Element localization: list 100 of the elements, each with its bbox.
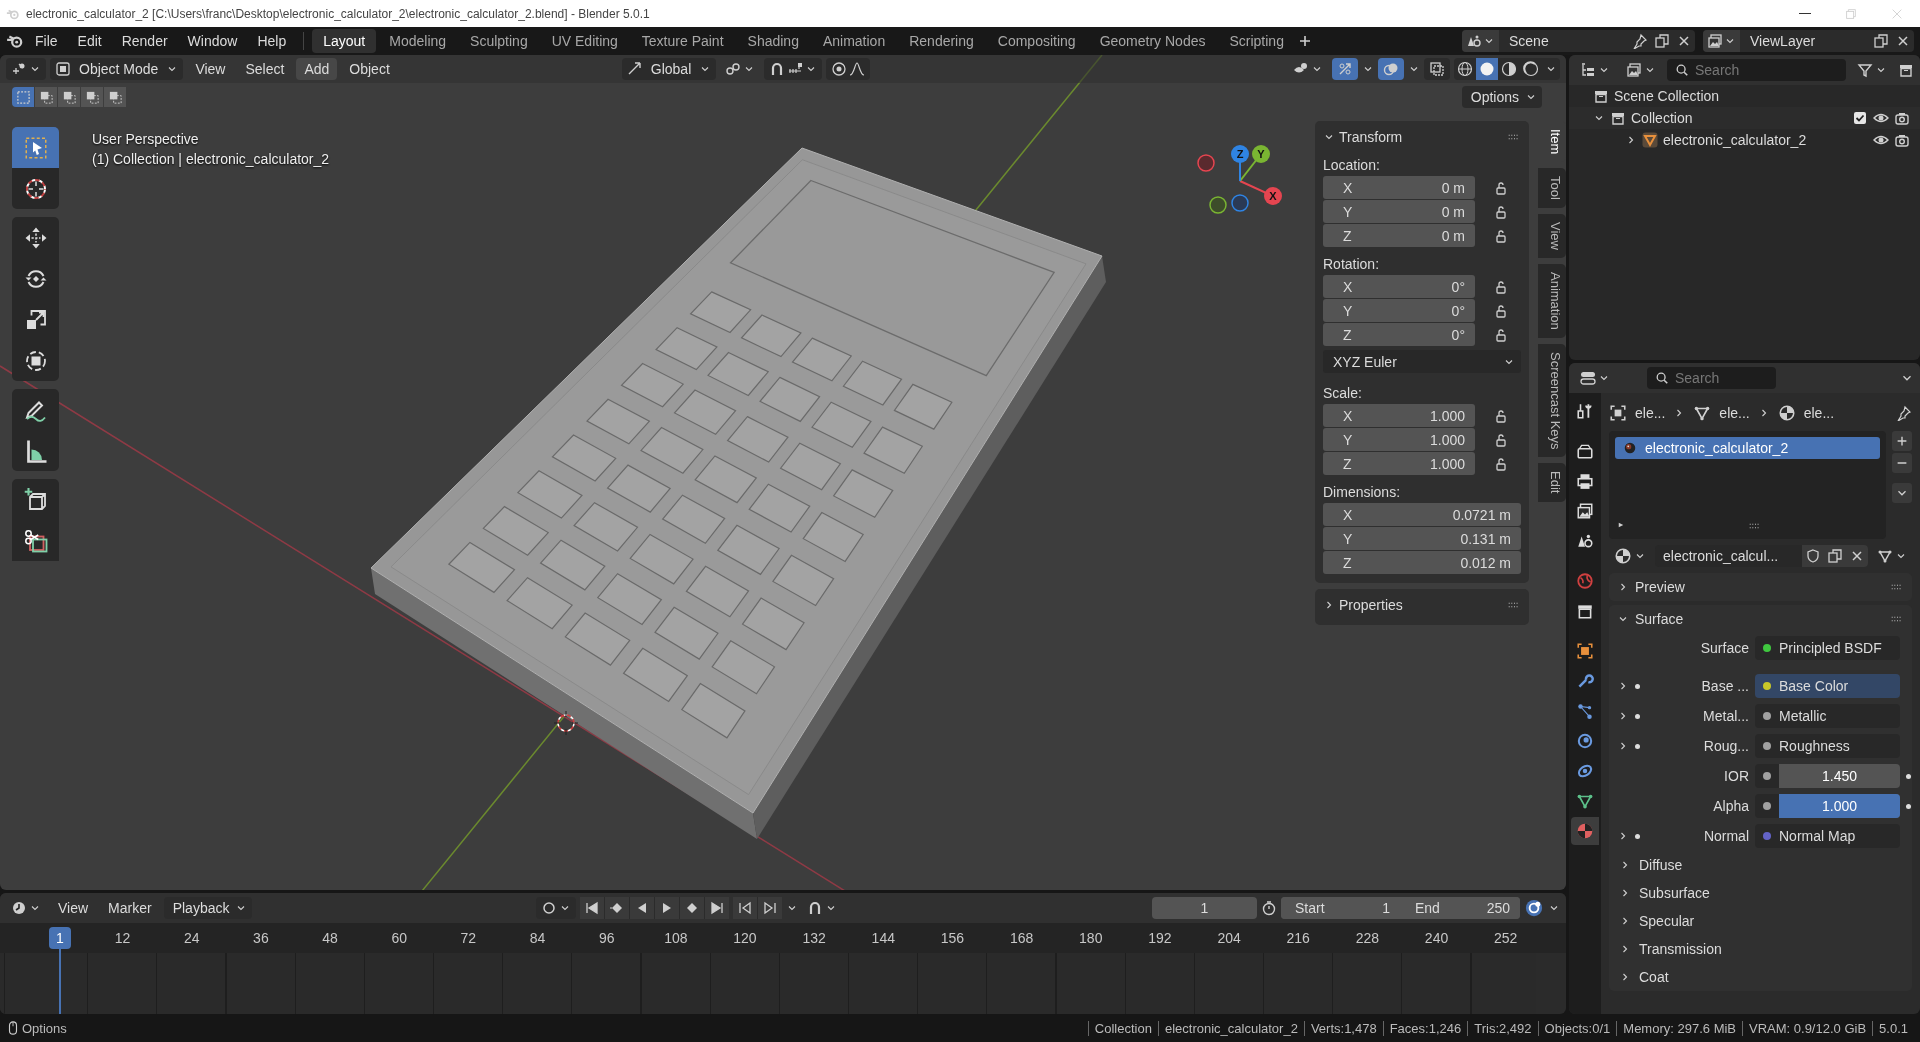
panel-header[interactable]: Surface <box>1617 605 1904 633</box>
add-icon[interactable] <box>1892 431 1912 451</box>
menu-item[interactable]: Render <box>112 29 177 53</box>
copy-icon[interactable] <box>1654 33 1670 49</box>
proportional-edit-button[interactable] <box>826 58 871 80</box>
shield-icon[interactable] <box>1802 545 1824 567</box>
unlock-icon[interactable] <box>1493 302 1509 319</box>
menu-item[interactable]: Window <box>178 29 247 53</box>
workspace-tab[interactable]: Geometry Nodes <box>1088 29 1217 53</box>
linked-input-field[interactable]: Base Color <box>1755 674 1900 698</box>
number-field[interactable]: X 0 m <box>1323 176 1475 199</box>
unlock-icon[interactable] <box>1493 326 1509 343</box>
copy-icon[interactable] <box>1873 33 1889 49</box>
socket-dot[interactable] <box>1763 742 1771 750</box>
unlock-icon[interactable] <box>1493 227 1509 244</box>
number-field[interactable]: 1.450 <box>1779 764 1900 788</box>
search-field[interactable]: Search <box>1647 367 1776 389</box>
number-field[interactable]: X 0° <box>1323 275 1475 298</box>
pin-icon[interactable] <box>1632 33 1648 49</box>
sidebar-tab[interactable]: Tool <box>1538 168 1566 209</box>
xray-toggle[interactable] <box>1424 58 1450 80</box>
chevron-down-icon[interactable] <box>1892 483 1912 503</box>
axis-handle[interactable]: Y <box>1252 145 1270 163</box>
negative-axis-handle[interactable] <box>1197 154 1215 172</box>
step-forward-icon[interactable] <box>758 897 783 919</box>
sidebar-tab[interactable]: Edit <box>1538 463 1566 502</box>
material-slot[interactable]: electronic_calculator_2 <box>1615 437 1880 459</box>
negative-axis-handle[interactable] <box>1209 196 1227 214</box>
workspace-tab[interactable]: Shading <box>736 29 810 53</box>
stopwatch-icon[interactable] <box>1261 900 1277 916</box>
sidebar-tab[interactable]: View <box>1538 214 1566 259</box>
step-back-icon[interactable] <box>733 897 758 919</box>
select-mode-button[interactable] <box>81 87 103 107</box>
linked-input-field[interactable]: Metallic <box>1755 704 1900 728</box>
menu-item[interactable]: File <box>26 29 67 53</box>
number-field[interactable]: Y 1.000 <box>1323 428 1475 451</box>
playhead[interactable]: 1 <box>49 927 71 949</box>
camera-icon[interactable] <box>1894 110 1910 126</box>
subpanel-header[interactable]: Diffuse <box>1617 851 1904 879</box>
socket-dot[interactable] <box>1763 832 1771 840</box>
menu-item[interactable]: Help <box>248 29 296 53</box>
socket-dot[interactable] <box>1763 772 1771 780</box>
jump-end-icon[interactable] <box>705 897 730 919</box>
orientation-dropdown[interactable]: Global <box>621 58 717 80</box>
shader-dropdown[interactable]: Principled BSDF <box>1755 636 1900 660</box>
menu-item[interactable]: Marker <box>100 897 160 919</box>
workspace-tab[interactable]: Scripting <box>1218 29 1295 53</box>
number-field[interactable]: Z 0 m <box>1323 224 1475 247</box>
mode-dropdown[interactable]: Object Mode <box>50 58 184 80</box>
workspace-tab[interactable]: Animation <box>811 29 897 53</box>
subpanel-header[interactable]: Coat <box>1617 963 1904 991</box>
number-field[interactable]: Z 0.012 m <box>1323 551 1521 574</box>
play-icon[interactable] <box>655 897 680 919</box>
select-mode-button[interactable] <box>35 87 57 107</box>
pin-icon[interactable] <box>1896 405 1912 421</box>
sidebar-tab[interactable]: Screencast Keys <box>1538 343 1566 458</box>
material-name-field[interactable]: electronic_calcul... <box>1655 545 1868 567</box>
tool-button[interactable] <box>12 168 59 209</box>
workspace-tab[interactable]: Sculpting <box>459 29 539 53</box>
number-field[interactable]: Y 0° <box>1323 299 1475 322</box>
next-keyframe-icon[interactable] <box>680 897 705 919</box>
editor-type-button[interactable] <box>6 58 46 80</box>
outliner-item[interactable]: Scene Collection <box>1614 88 1910 104</box>
3d-viewport[interactable] <box>0 55 1566 890</box>
number-field[interactable]: 1.000 <box>1779 794 1900 818</box>
socket-dot[interactable] <box>1763 802 1771 810</box>
tool-button[interactable] <box>12 389 59 430</box>
menu-item[interactable]: View <box>50 897 97 919</box>
snap-button[interactable] <box>764 58 823 80</box>
socket-dot[interactable] <box>1763 682 1771 690</box>
menu-item[interactable]: Add <box>296 58 338 80</box>
play-reverse-icon[interactable] <box>630 897 655 919</box>
subpanel-header[interactable]: Specular <box>1617 907 1904 935</box>
number-field[interactable]: Z 1.000 <box>1323 452 1475 475</box>
negative-axis-handle[interactable] <box>1231 194 1249 212</box>
unlock-icon[interactable] <box>1493 278 1509 295</box>
number-field[interactable]: X 1.000 <box>1323 404 1475 427</box>
number-field[interactable]: X 0.0721 m <box>1323 503 1521 526</box>
workspace-tab[interactable]: Layout <box>312 29 377 53</box>
menu-item[interactable]: Object <box>341 58 398 80</box>
gizmo-toggle[interactable] <box>1332 58 1358 80</box>
tool-button[interactable] <box>12 520 59 561</box>
select-mode-button[interactable] <box>104 87 126 107</box>
unlock-icon[interactable] <box>1493 203 1509 220</box>
axis-handle[interactable]: Z <box>1231 145 1249 163</box>
remove-icon[interactable] <box>1892 453 1912 473</box>
axis-handle[interactable]: X <box>1264 187 1282 205</box>
tool-button[interactable] <box>12 217 59 258</box>
sync-icon[interactable] <box>1524 898 1544 918</box>
jump-start-icon[interactable] <box>580 897 605 919</box>
menu-item[interactable]: Edit <box>68 29 111 53</box>
subpanel-header[interactable]: Subsurface <box>1617 879 1904 907</box>
scene-selector[interactable]: Scene <box>1462 30 1695 52</box>
current-frame-field[interactable]: 1 <box>1152 897 1257 919</box>
workspace-tab[interactable]: Rendering <box>898 29 985 53</box>
rotation-mode-dropdown[interactable]: XYZ Euler <box>1323 350 1521 373</box>
subpanel-header[interactable]: Transmission <box>1617 935 1904 963</box>
search-input[interactable]: Search <box>1675 370 1768 386</box>
unlock-icon[interactable] <box>1493 455 1509 472</box>
unlock-icon[interactable] <box>1493 431 1509 448</box>
